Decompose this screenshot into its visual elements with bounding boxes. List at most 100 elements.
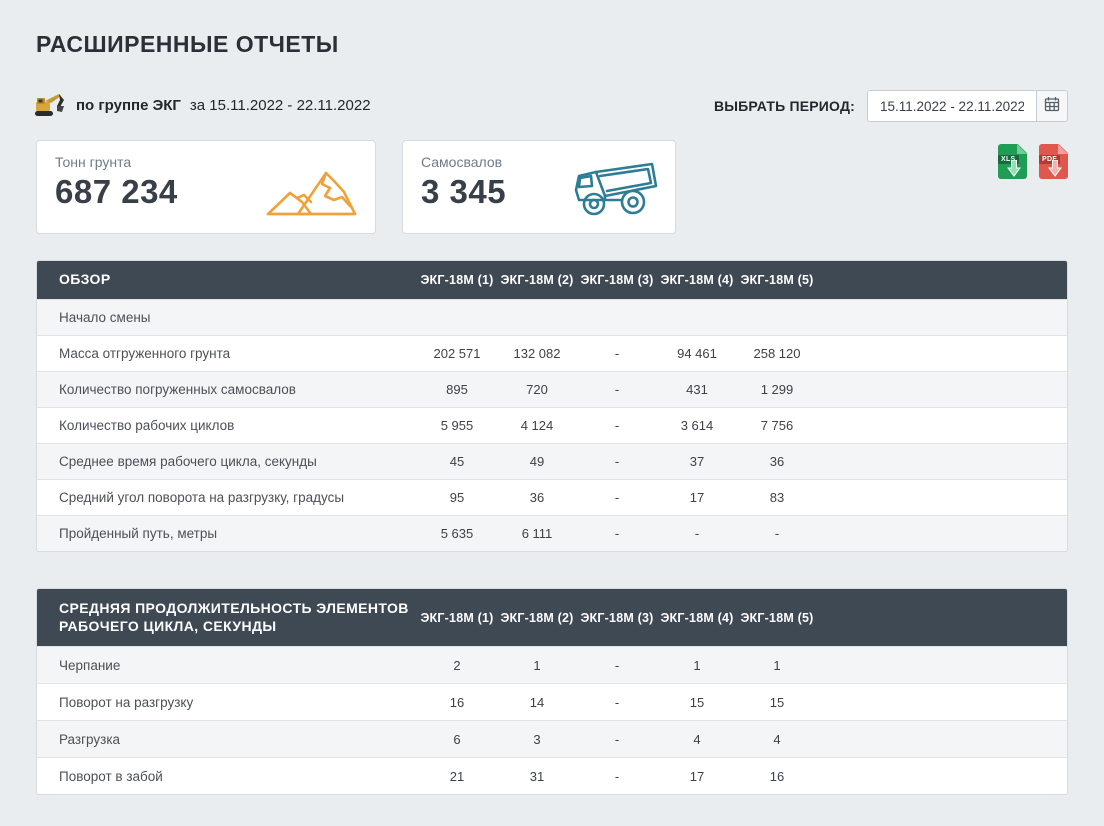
cell-value: - (577, 454, 657, 469)
overview-table-header: ОБЗОР ЭКГ-18М (1) ЭКГ-18М (2) ЭКГ-18М (3… (37, 261, 1067, 299)
cell-value: 4 (657, 732, 737, 747)
cell-value: 15 (737, 695, 817, 710)
cell-value: 6 111 (497, 526, 577, 541)
cell-value: 3 (497, 732, 577, 747)
period-picker: ВЫБРАТЬ ПЕРИОД: (714, 90, 1068, 122)
cell-value: 4 124 (497, 418, 577, 433)
table-row: Количество рабочих циклов 5 955 4 124 - … (37, 407, 1067, 443)
cell-value: 895 (417, 382, 497, 397)
column-header: ЭКГ-18М (4) (657, 611, 737, 625)
download-arrow-icon (1007, 160, 1021, 182)
cell-value: 1 299 (737, 382, 817, 397)
cell-value: 5 955 (417, 418, 497, 433)
cell-value: 17 (657, 490, 737, 505)
cell-value: 431 (657, 382, 737, 397)
calendar-icon (1044, 96, 1060, 117)
cell-value: 1 (737, 658, 817, 673)
column-header: ЭКГ-18М (3) (577, 611, 657, 625)
cell-value: 14 (497, 695, 577, 710)
cell-value: 36 (497, 490, 577, 505)
page-title: РАСШИРЕННЫЕ ОТЧЕТЫ (36, 31, 339, 58)
cell-value: - (577, 418, 657, 433)
card-dump-trucks: Самосвалов 3 345 (402, 140, 676, 234)
cell-value: 6 (417, 732, 497, 747)
row-label: Масса отгруженного грунта (37, 346, 417, 361)
row-label: Средний угол поворота на разгрузку, град… (37, 490, 417, 505)
period-input[interactable] (868, 91, 1036, 121)
cell-value: - (577, 769, 657, 784)
export-pdf-button[interactable]: PDF (1039, 144, 1068, 179)
column-header: ЭКГ-18М (3) (577, 273, 657, 287)
cell-value: - (657, 526, 737, 541)
cell-value: 258 120 (737, 346, 817, 361)
cell-value: 5 635 (417, 526, 497, 541)
scope-group-label: по группе ЭКГ (76, 97, 181, 114)
table-row: Черпание 2 1 - 1 1 (37, 646, 1067, 683)
column-header: ЭКГ-18М (1) (417, 273, 497, 287)
cell-value: - (577, 732, 657, 747)
row-label: Количество рабочих циклов (37, 418, 417, 433)
row-label: Поворот в забой (37, 769, 417, 784)
row-label: Черпание (37, 658, 417, 673)
cycle-table-header: СРЕДНЯЯ ПРОДОЛЖИТЕЛЬНОСТЬ ЭЛЕМЕНТОВ РАБО… (37, 589, 1067, 646)
cell-value: 202 571 (417, 346, 497, 361)
cell-value: 49 (497, 454, 577, 469)
cell-value: 31 (497, 769, 577, 784)
cell-value: 1 (497, 658, 577, 673)
row-label: Среднее время рабочего цикла, секунды (37, 454, 417, 469)
cell-value: - (577, 695, 657, 710)
table-row: Количество погруженных самосвалов 895 72… (37, 371, 1067, 407)
overview-table: ОБЗОР ЭКГ-18М (1) ЭКГ-18М (2) ЭКГ-18М (3… (36, 260, 1068, 552)
download-arrow-icon (1048, 160, 1062, 182)
cell-value: 132 082 (497, 346, 577, 361)
calendar-button[interactable] (1036, 91, 1067, 121)
cell-value: 17 (657, 769, 737, 784)
scope-period-text: за 15.11.2022 - 22.11.2022 (190, 97, 371, 114)
table-row: Поворот на разгрузку 16 14 - 15 15 (37, 683, 1067, 720)
cell-value: 36 (737, 454, 817, 469)
row-label: Количество погруженных самосвалов (37, 382, 417, 397)
xls-file-fold (1017, 144, 1027, 154)
cell-value: 21 (417, 769, 497, 784)
card-tons-of-ground: Тонн грунта 687 234 (36, 140, 376, 234)
dump-truck-icon (569, 156, 659, 223)
row-label: Начало смены (37, 310, 417, 325)
table-row: Масса отгруженного грунта 202 571 132 08… (37, 335, 1067, 371)
export-buttons: XLS PDF (998, 144, 1068, 179)
export-xls-button[interactable]: XLS (998, 144, 1027, 179)
period-input-group (867, 90, 1068, 122)
column-header: ЭКГ-18М (5) (737, 611, 817, 625)
table-row: Средний угол поворота на разгрузку, град… (37, 479, 1067, 515)
table-row: Пройденный путь, метры 5 635 6 111 - - - (37, 515, 1067, 551)
cell-value: 94 461 (657, 346, 737, 361)
column-header: ЭКГ-18М (1) (417, 611, 497, 625)
cell-value: 16 (417, 695, 497, 710)
excavator-icon (33, 92, 67, 118)
cell-value: 7 756 (737, 418, 817, 433)
table-row: Начало смены (37, 299, 1067, 335)
cell-value: 16 (737, 769, 817, 784)
column-header: ЭКГ-18М (4) (657, 273, 737, 287)
column-header: ЭКГ-18М (5) (737, 273, 817, 287)
column-header: ЭКГ-18М (2) (497, 273, 577, 287)
cell-value: - (737, 526, 817, 541)
cell-value: 37 (657, 454, 737, 469)
cell-value: 15 (657, 695, 737, 710)
table-row: Поворот в забой 21 31 - 17 16 (37, 757, 1067, 794)
cell-value: 95 (417, 490, 497, 505)
table-title: ОБЗОР (37, 271, 417, 289)
cell-value: 2 (417, 658, 497, 673)
row-label: Пройденный путь, метры (37, 526, 417, 541)
column-header: ЭКГ-18М (2) (497, 611, 577, 625)
cell-value: - (577, 658, 657, 673)
cell-value: 1 (657, 658, 737, 673)
cell-value: - (577, 382, 657, 397)
table-row: Разгрузка 6 3 - 4 4 (37, 720, 1067, 757)
extended-reports-page: РАСШИРЕННЫЕ ОТЧЕТЫ по группе ЭКГ за 15.1… (0, 0, 1104, 826)
row-label: Поворот на разгрузку (37, 695, 417, 710)
summary-cards: Тонн грунта 687 234 Самосвалов 3 345 (36, 140, 676, 234)
cycle-duration-table: СРЕДНЯЯ ПРОДОЛЖИТЕЛЬНОСТЬ ЭЛЕМЕНТОВ РАБО… (36, 588, 1068, 795)
cell-value: - (577, 346, 657, 361)
ground-pile-icon (264, 162, 359, 223)
table-title: СРЕДНЯЯ ПРОДОЛЖИТЕЛЬНОСТЬ ЭЛЕМЕНТОВ РАБО… (37, 600, 417, 635)
